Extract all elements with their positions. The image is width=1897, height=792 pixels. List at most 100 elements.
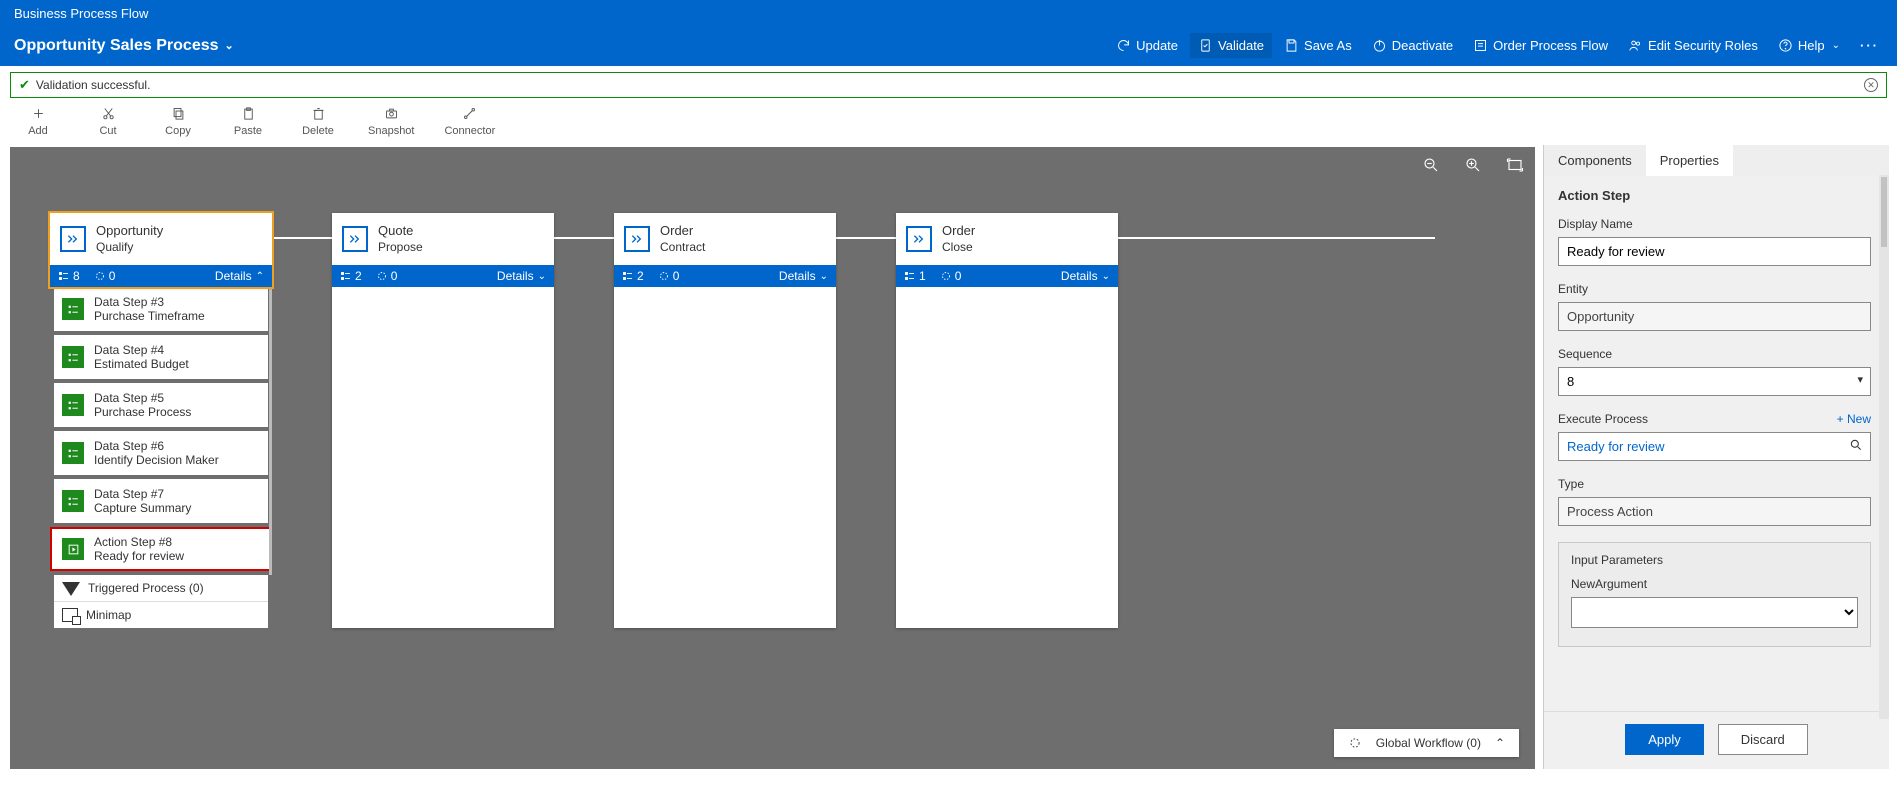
paste-icon [241, 106, 256, 121]
chevron-down-icon: ⌄ [820, 271, 828, 282]
help-label: Help [1798, 38, 1825, 53]
tab-properties[interactable]: Properties [1646, 145, 1733, 176]
step-item[interactable]: Data Step #7Capture Summary [54, 479, 268, 523]
discard-button[interactable]: Discard [1718, 724, 1808, 755]
parameter-name: NewArgument [1571, 577, 1858, 591]
more-button[interactable]: ··· [1852, 33, 1887, 58]
sequence-select[interactable]: 8 [1558, 367, 1871, 396]
paste-label: Paste [234, 125, 262, 137]
minimap-toggle[interactable]: Minimap [54, 601, 268, 628]
stage-card-opportunity[interactable]: Opportunity Qualify 8 0 Details ⌃ [50, 213, 272, 287]
details-label: Details [497, 269, 534, 283]
zoom-out-button[interactable] [1421, 155, 1441, 175]
order-process-flow-button[interactable]: Order Process Flow [1465, 33, 1616, 58]
step-item[interactable]: Data Step #4Estimated Budget [54, 335, 268, 379]
step-item[interactable]: Data Step #5Purchase Process [54, 383, 268, 427]
cut-label: Cut [99, 125, 116, 137]
deactivate-button[interactable]: Deactivate [1364, 33, 1461, 58]
step-title: Data Step #3 [94, 295, 205, 309]
snapshot-button[interactable]: Snapshot [368, 106, 414, 137]
step-sub: Purchase Process [94, 405, 191, 419]
display-name-input[interactable] [1558, 237, 1871, 266]
panel-scrollbar[interactable] [1879, 175, 1889, 719]
step-title: Data Step #7 [94, 487, 191, 501]
workflow-icon [1348, 736, 1362, 750]
process-name-dropdown[interactable]: Opportunity Sales Process ⌄ [14, 37, 234, 55]
app-header: Business Process Flow Opportunity Sales … [0, 0, 1897, 66]
zoom-in-button[interactable] [1463, 155, 1483, 175]
stage-sub: Qualify [96, 240, 163, 256]
cut-icon [101, 106, 116, 121]
details-label: Details [779, 269, 816, 283]
search-icon[interactable] [1849, 438, 1863, 455]
app-title: Business Process Flow [0, 0, 1897, 27]
edit-security-roles-button[interactable]: Edit Security Roles [1620, 33, 1766, 58]
triggered-process-row[interactable]: Triggered Process (0) [54, 575, 268, 601]
stage-card-order-close[interactable]: OrderClose 1 0 Details⌄ [896, 213, 1118, 628]
copy-icon [171, 106, 186, 121]
data-step-icon [62, 394, 84, 416]
update-button[interactable]: Update [1108, 33, 1186, 58]
input-parameters-title: Input Parameters [1571, 553, 1858, 567]
apply-button[interactable]: Apply [1625, 724, 1704, 755]
cut-button[interactable]: Cut [88, 106, 128, 137]
step-count: 8 [58, 269, 80, 283]
step-item[interactable]: Data Step #6Identify Decision Maker [54, 431, 268, 475]
step-count: 2 [622, 269, 644, 283]
action-step-icon [62, 538, 84, 560]
global-workflow-pill[interactable]: Global Workflow (0) ⌃ [1334, 729, 1519, 757]
workflow-count: 0 [940, 269, 962, 283]
step-sub: Identify Decision Maker [94, 453, 219, 467]
stage-icon [60, 226, 86, 252]
details-toggle[interactable]: Details ⌃ [215, 269, 264, 283]
close-validation-button[interactable]: ✕ [1864, 78, 1878, 92]
parameter-value-select[interactable] [1571, 597, 1858, 628]
validate-label: Validate [1218, 38, 1264, 53]
execute-process-input[interactable] [1558, 432, 1871, 461]
details-toggle[interactable]: Details⌄ [497, 269, 546, 283]
power-icon [1372, 38, 1387, 53]
minimap-label: Minimap [86, 608, 131, 622]
plus-icon [31, 106, 46, 121]
copy-label: Copy [165, 125, 191, 137]
toolbar: Add Cut Copy Paste Delete Snapshot Conne… [0, 100, 1897, 145]
stage-card-quote[interactable]: QuotePropose 2 0 Details⌄ [332, 213, 554, 628]
help-button[interactable]: Help ⌄ [1770, 33, 1848, 58]
stage-card-order-contract[interactable]: OrderContract 2 0 Details⌄ [614, 213, 836, 628]
type-label: Type [1558, 477, 1871, 491]
step-title: Data Step #6 [94, 439, 219, 453]
step-sub: Ready for review [94, 549, 184, 563]
paste-button[interactable]: Paste [228, 106, 268, 137]
copy-button[interactable]: Copy [158, 106, 198, 137]
workflow-count: 0 [376, 269, 398, 283]
delete-button[interactable]: Delete [298, 106, 338, 137]
order-process-flow-label: Order Process Flow [1493, 38, 1608, 53]
data-step-icon [62, 490, 84, 512]
order-icon [1473, 38, 1488, 53]
details-toggle[interactable]: Details ⌄ [779, 269, 828, 283]
fit-to-screen-button[interactable] [1505, 155, 1525, 175]
stage-step-list: Data Step #3Purchase Timeframe Data Step… [50, 287, 272, 628]
edit-security-roles-label: Edit Security Roles [1648, 38, 1758, 53]
connector-button[interactable]: Connector [444, 106, 495, 137]
designer-canvas[interactable]: Opportunity Qualify 8 0 Details ⌃ [10, 147, 1535, 769]
validation-message: Validation successful. [36, 78, 151, 92]
validation-banner: ✔ Validation successful. ✕ [10, 72, 1887, 98]
property-panel: Components Properties Action Step Displa… [1543, 145, 1889, 769]
new-process-link[interactable]: + New [1837, 412, 1871, 426]
validate-button[interactable]: Validate [1190, 33, 1272, 58]
details-toggle[interactable]: Details⌄ [1061, 269, 1110, 283]
step-item-action-selected[interactable]: Action Step #8Ready for review [50, 527, 272, 571]
chevron-up-icon: ⌃ [1495, 736, 1505, 750]
stage-name: Opportunity [96, 223, 163, 240]
stage-icon [906, 226, 932, 252]
save-as-button[interactable]: Save As [1276, 33, 1360, 58]
step-item[interactable]: Data Step #3Purchase Timeframe [54, 287, 268, 331]
triangle-icon [62, 582, 80, 596]
add-button[interactable]: Add [18, 106, 58, 137]
step-count: 1 [904, 269, 926, 283]
more-icon: ··· [1860, 38, 1879, 53]
save-as-label: Save As [1304, 38, 1352, 53]
execute-process-label: Execute Process + New [1558, 412, 1871, 426]
tab-components[interactable]: Components [1544, 145, 1646, 176]
